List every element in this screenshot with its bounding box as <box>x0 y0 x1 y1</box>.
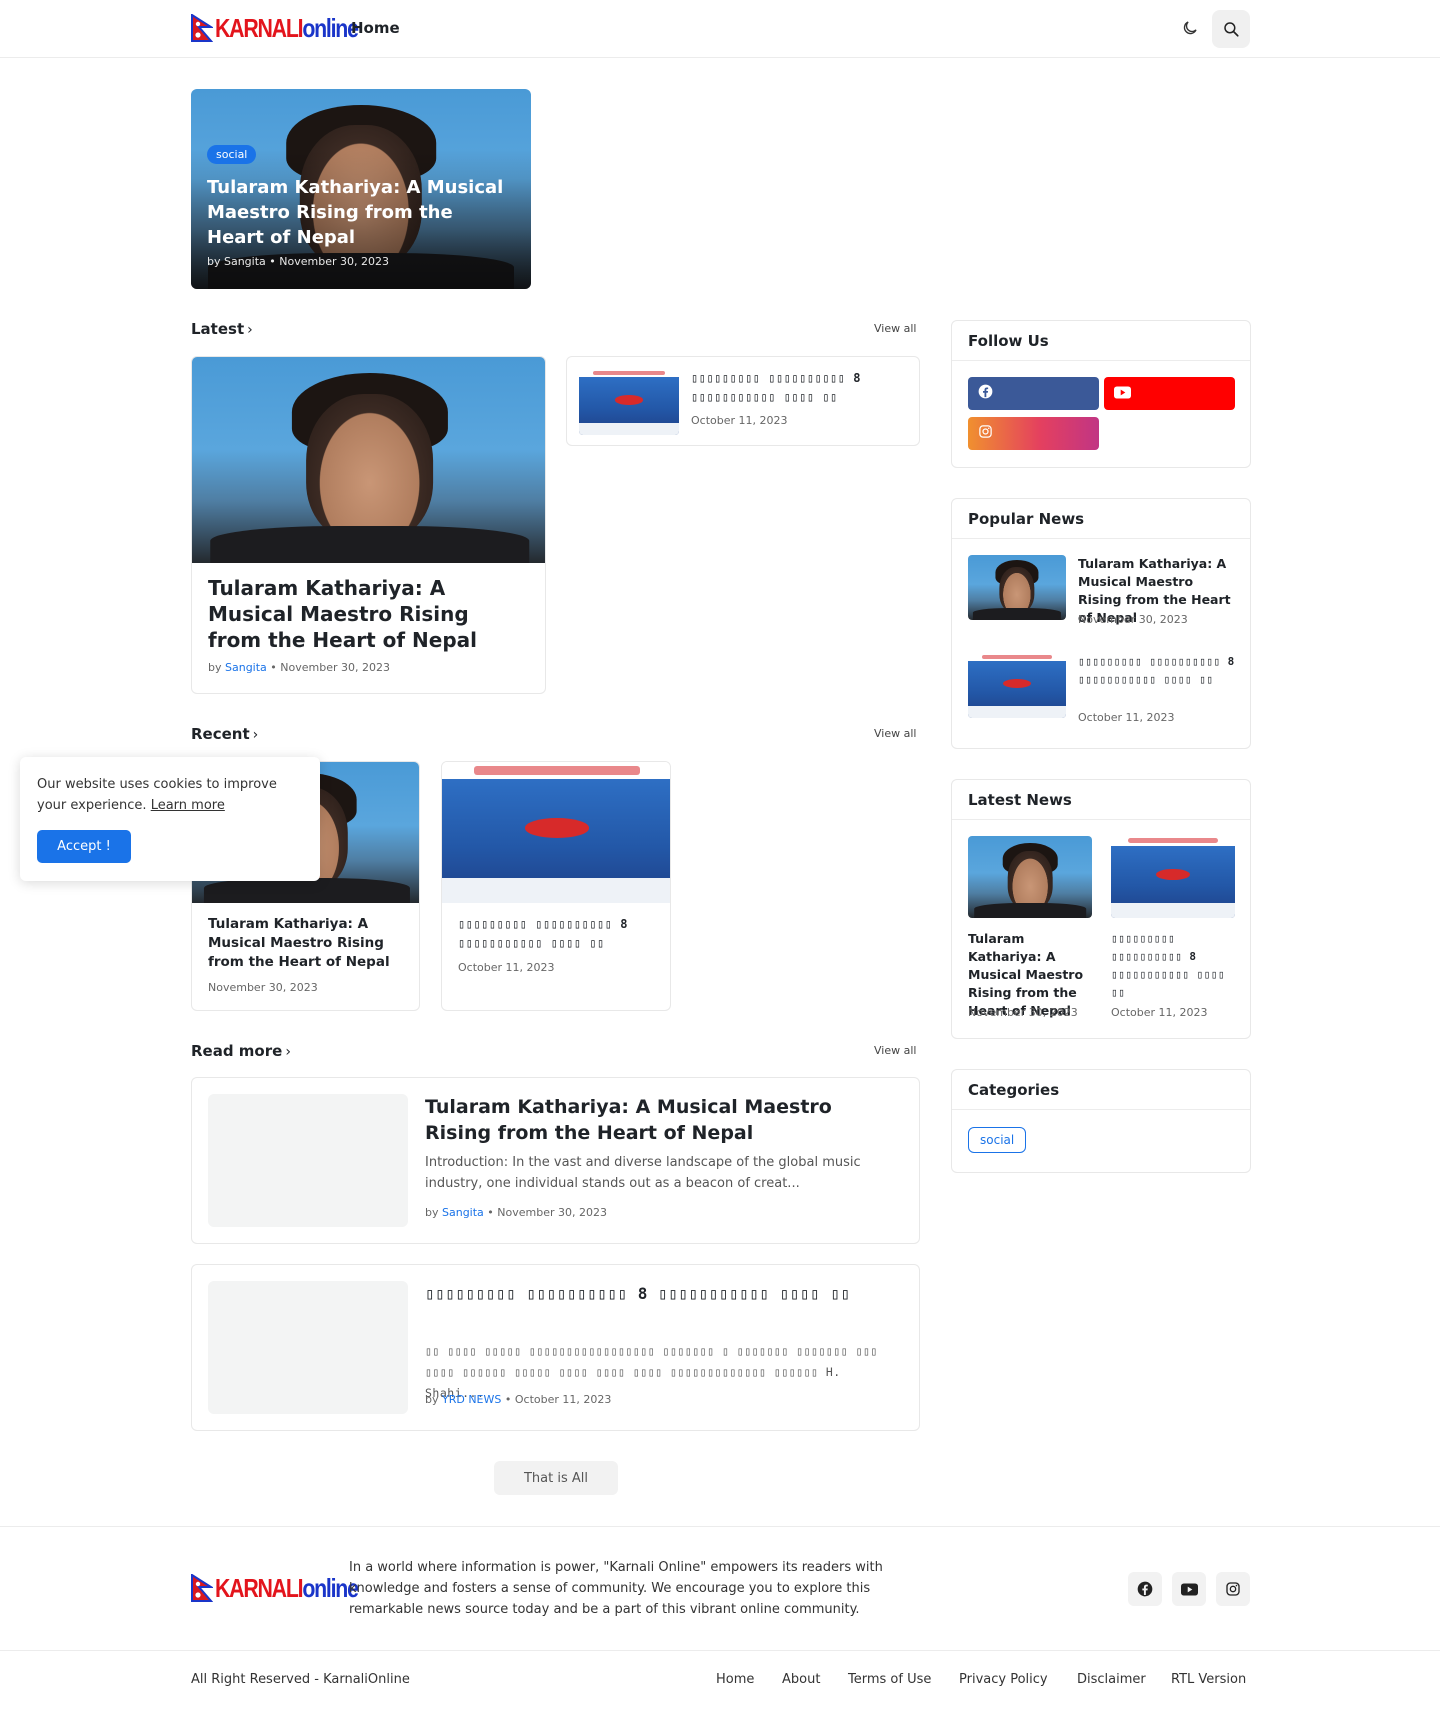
recent-card-title[interactable]: ▯▯▯▯▯▯▯▯▯ ▯▯▯▯▯▯▯▯▯▯ 8 ▯▯▯▯▯▯▯▯▯▯▯ ▯▯▯▯ … <box>458 915 658 953</box>
footer-youtube-icon[interactable] <box>1172 1572 1206 1606</box>
hero-featured-post[interactable]: social Tularam Kathariya: A Musical Maes… <box>191 89 531 289</box>
popular-news-item-date: November 30, 2023 <box>1078 613 1188 626</box>
readmore-card[interactable]: ▯▯▯▯▯▯▯▯▯ ▯▯▯▯▯▯▯▯▯▯ 8 ▯▯▯▯▯▯▯▯▯▯▯ ▯▯▯▯ … <box>191 1264 920 1431</box>
follow-us-widget: Follow Us <box>951 320 1251 468</box>
categories-title: Categories <box>952 1070 1250 1110</box>
latest-section-title[interactable]: Latest › <box>191 320 253 338</box>
readmore-card-title[interactable]: ▯▯▯▯▯▯▯▯▯ ▯▯▯▯▯▯▯▯▯▯ 8 ▯▯▯▯▯▯▯▯▯▯▯ ▯▯▯▯ … <box>425 1281 885 1307</box>
recent-card-title[interactable]: Tularam Kathariya: A Musical Maestro Ris… <box>208 915 408 972</box>
footer-link-terms[interactable]: Terms of Use <box>848 1672 931 1687</box>
latest-news-item-date: October 11, 2023 <box>1111 1006 1208 1019</box>
popular-news-image <box>968 555 1066 620</box>
recent-card[interactable]: ▯▯▯▯▯▯▯▯▯ ▯▯▯▯▯▯▯▯▯▯ 8 ▯▯▯▯▯▯▯▯▯▯▯ ▯▯▯▯ … <box>441 761 671 1011</box>
popular-news-item[interactable]: Tularam Kathariya: A Musical Maestro Ris… <box>968 555 1238 639</box>
footer-instagram-icon[interactable] <box>1216 1572 1250 1606</box>
popular-news-image <box>968 653 1066 718</box>
latest-news-widget: Latest News Tularam Kathariya: A Musical… <box>951 779 1251 1039</box>
footer-about-text: In a world where information is power, "… <box>349 1560 883 1617</box>
latest-view-all-link[interactable]: View all <box>874 322 916 335</box>
categories-widget: Categories social <box>951 1069 1251 1173</box>
popular-news-widget: Popular News Tularam Kathariya: A Musica… <box>951 498 1251 749</box>
popular-news-item[interactable]: ▯▯▯▯▯▯▯▯▯ ▯▯▯▯▯▯▯▯▯▯ 8 ▯▯▯▯▯▯▯▯▯▯▯ ▯▯▯▯ … <box>968 653 1238 737</box>
readmore-card-image <box>208 1281 408 1414</box>
facebook-button[interactable] <box>968 377 1099 410</box>
latest-main-title[interactable]: Tularam Kathariya: A Musical Maestro Ris… <box>208 575 528 653</box>
readmore-card-title[interactable]: Tularam Kathariya: A Musical Maestro Ris… <box>425 1094 895 1146</box>
readmore-card-meta: by YRD NEWS • October 11, 2023 <box>425 1393 612 1406</box>
nepal-flag-icon <box>191 13 215 42</box>
instagram-button[interactable] <box>968 417 1099 450</box>
footer-facebook-icon[interactable] <box>1128 1572 1162 1606</box>
copyright-text: All Right Reserved - KarnaliOnline <box>191 1672 410 1687</box>
recent-section-title[interactable]: Recent › <box>191 725 258 743</box>
logo-wordmark: KARNALIonline <box>215 1573 359 1603</box>
latest-main-card[interactable]: Tularam Kathariya: A Musical Maestro Ris… <box>191 356 546 694</box>
latest-news-title: Latest News <box>952 780 1250 820</box>
readmore-card-image <box>208 1094 408 1227</box>
learn-more-link[interactable]: Learn more <box>151 798 225 813</box>
hero-category-tag[interactable]: social <box>207 145 257 164</box>
logo-wordmark: KARNALIonline <box>215 13 359 43</box>
latest-news-item[interactable]: Tularam Kathariya: A Musical Maestro Ris… <box>968 836 1092 1026</box>
readmore-view-all-link[interactable]: View all <box>874 1044 916 1057</box>
hero-meta: by Sangita • November 30, 2023 <box>207 255 389 268</box>
popular-news-item-title[interactable]: ▯▯▯▯▯▯▯▯▯ ▯▯▯▯▯▯▯▯▯▯ 8 ▯▯▯▯▯▯▯▯▯▯▯ ▯▯▯▯ … <box>1078 653 1238 689</box>
recent-card-image <box>442 762 670 903</box>
latest-news-item-date: November 30, 2023 <box>968 1006 1078 1019</box>
footer-link-about[interactable]: About <box>782 1672 820 1687</box>
popular-news-title: Popular News <box>952 499 1250 539</box>
latest-side-card[interactable]: ▯▯▯▯▯▯▯▯▯ ▯▯▯▯▯▯▯▯▯▯ 8 ▯▯▯▯▯▯▯▯▯▯▯ ▯▯▯▯ … <box>566 356 920 446</box>
moon-icon[interactable] <box>1176 14 1204 42</box>
footer-link-rtl[interactable]: RTL Version <box>1171 1672 1246 1687</box>
hero-title[interactable]: Tularam Kathariya: A Musical Maestro Ris… <box>207 175 507 250</box>
latest-side-title[interactable]: ▯▯▯▯▯▯▯▯▯ ▯▯▯▯▯▯▯▯▯▯ 8 ▯▯▯▯▯▯▯▯▯▯▯ ▯▯▯▯ … <box>691 369 905 407</box>
category-pill[interactable]: social <box>968 1127 1027 1153</box>
popular-news-item-date: October 11, 2023 <box>1078 711 1175 724</box>
readmore-card[interactable]: Tularam Kathariya: A Musical Maestro Ris… <box>191 1077 920 1244</box>
nav-home-link[interactable]: Home <box>351 19 400 37</box>
cookie-message: Our website uses cookies to improve your… <box>37 777 277 813</box>
accept-cookies-button[interactable]: Accept ! <box>37 830 131 863</box>
facebook-icon <box>978 384 993 403</box>
footer-link-home[interactable]: Home <box>716 1672 754 1687</box>
cookie-banner: Our website uses cookies to improve your… <box>20 757 320 881</box>
readmore-section-title[interactable]: Read more › <box>191 1042 291 1060</box>
recent-view-all-link[interactable]: View all <box>874 727 916 740</box>
end-of-list-label: That is All <box>494 1461 618 1495</box>
latest-main-image <box>192 357 545 563</box>
footer-link-disclaimer[interactable]: Disclaimer <box>1077 1672 1146 1687</box>
youtube-button[interactable] <box>1104 377 1235 410</box>
latest-side-date: October 11, 2023 <box>691 414 788 427</box>
latest-side-image <box>579 369 679 435</box>
search-icon[interactable] <box>1212 10 1250 48</box>
follow-us-title: Follow Us <box>952 321 1250 361</box>
latest-news-image <box>1111 836 1235 918</box>
latest-news-item-title[interactable]: ▯▯▯▯▯▯▯▯▯ ▯▯▯▯▯▯▯▯▯▯ 8 ▯▯▯▯▯▯▯▯▯▯▯ ▯▯▯▯ … <box>1111 930 1235 1002</box>
site-header: KARNALIonline Home <box>0 0 1440 58</box>
readmore-card-excerpt: Introduction: In the vast and diverse la… <box>425 1155 861 1191</box>
latest-main-meta: by Sangita • November 30, 2023 <box>208 661 390 674</box>
youtube-icon <box>1114 384 1131 403</box>
latest-news-image <box>968 836 1092 918</box>
recent-card-date: November 30, 2023 <box>208 981 318 994</box>
readmore-card-meta: by Sangita • November 30, 2023 <box>425 1206 607 1219</box>
instagram-icon <box>978 424 993 443</box>
latest-news-item[interactable]: ▯▯▯▯▯▯▯▯▯ ▯▯▯▯▯▯▯▯▯▯ 8 ▯▯▯▯▯▯▯▯▯▯▯ ▯▯▯▯ … <box>1111 836 1235 1026</box>
nepal-flag-icon <box>191 1573 215 1602</box>
footer-link-privacy[interactable]: Privacy Policy <box>959 1672 1048 1687</box>
recent-card-date: October 11, 2023 <box>458 961 555 974</box>
